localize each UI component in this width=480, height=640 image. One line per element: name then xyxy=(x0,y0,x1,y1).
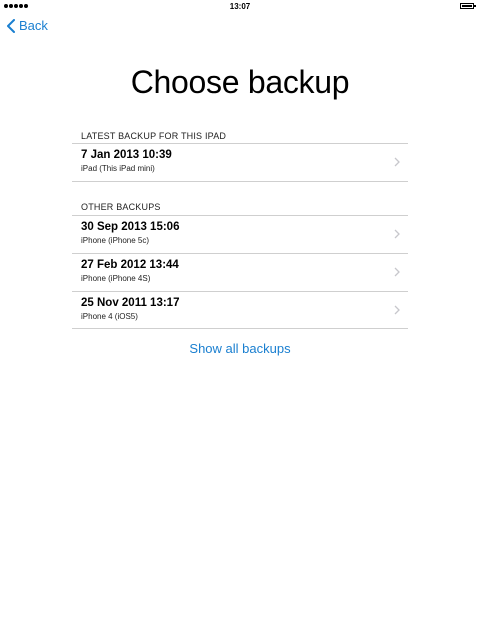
backup-date: 27 Feb 2012 13:44 xyxy=(81,259,179,271)
divider xyxy=(72,181,408,182)
backup-row[interactable]: 25 Nov 2011 13:17 iPhone 4 (iOS5) xyxy=(72,292,408,328)
backup-row[interactable]: 27 Feb 2012 13:44 iPhone (iPhone 4S) xyxy=(72,254,408,290)
backup-date: 25 Nov 2011 13:17 xyxy=(81,297,180,309)
divider xyxy=(72,328,408,329)
backup-date: 7 Jan 2013 10:39 xyxy=(81,149,172,161)
section-header-other: OTHER BACKUPS xyxy=(81,202,161,212)
backup-device: iPad (This iPad mini) xyxy=(81,164,155,173)
chevron-right-icon xyxy=(394,267,400,277)
status-bar: 13:07 xyxy=(0,0,480,14)
back-button-label: Back xyxy=(19,18,48,33)
backup-date: 30 Sep 2013 15:06 xyxy=(81,221,180,233)
chevron-right-icon xyxy=(394,157,400,167)
status-time: 13:07 xyxy=(229,2,251,11)
show-all-backups-link[interactable]: Show all backups xyxy=(0,341,480,356)
backup-device: iPhone (iPhone 4S) xyxy=(81,274,151,283)
backup-row-latest[interactable]: 7 Jan 2013 10:39 iPad (This iPad mini) xyxy=(72,144,408,180)
battery-icon xyxy=(460,3,476,9)
backup-device: iPhone 4 (iOS5) xyxy=(81,312,138,321)
backup-row[interactable]: 30 Sep 2013 15:06 iPhone (iPhone 5c) xyxy=(72,216,408,252)
section-header-latest: LATEST BACKUP FOR THIS IPAD xyxy=(81,131,227,141)
backup-device: iPhone (iPhone 5c) xyxy=(81,236,150,245)
page-title: Choose backup xyxy=(130,64,350,100)
back-button[interactable]: Back xyxy=(6,18,48,33)
chevron-left-icon xyxy=(7,18,15,33)
chevron-right-icon xyxy=(394,229,400,239)
chevron-right-icon xyxy=(394,305,400,315)
